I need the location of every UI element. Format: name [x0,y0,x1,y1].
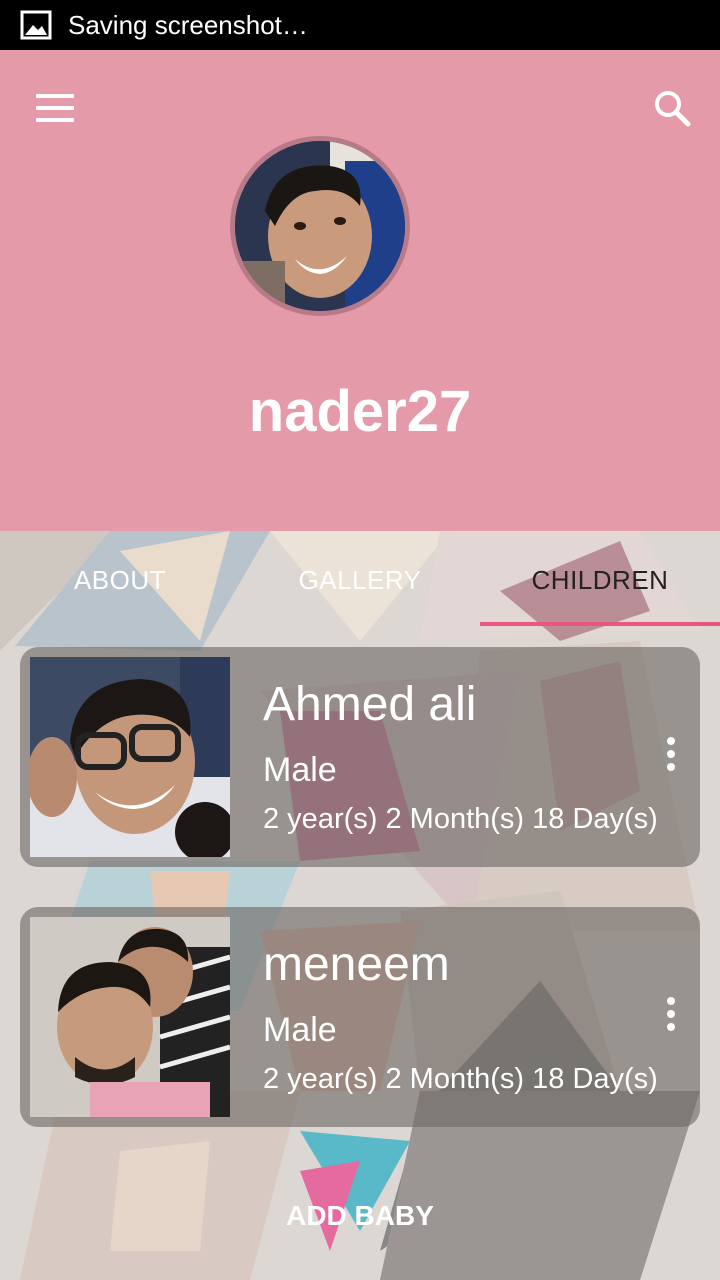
hamburger-menu-icon[interactable] [36,90,76,124]
child-age: 2 year(s) 2 Month(s) 18 Day(s) [263,1063,658,1095]
more-vert-icon[interactable] [656,997,686,1037]
child-gender: Male [263,751,337,789]
username: nader27 [248,379,472,444]
background-collage [0,531,720,1280]
status-text: Saving screenshot… [68,9,308,40]
tab-indicator [480,622,720,626]
child-age: 2 year(s) 2 Month(s) 18 Day(s) [263,803,658,835]
child-name: meneem [263,938,450,991]
child-photo [30,657,230,857]
avatar[interactable] [230,136,410,316]
profile-header: nader27 [0,50,720,531]
child-card[interactable]: Ahmed ali Male 2 year(s) 2 Month(s) 18 D… [20,647,700,867]
tab-gallery[interactable]: GALLERY [240,531,480,629]
tab-about[interactable]: ABOUT [0,531,240,629]
search-icon[interactable] [650,86,694,130]
add-baby-button[interactable]: ADD BABY [260,1190,460,1242]
child-card[interactable]: meneem Male 2 year(s) 2 Month(s) 18 Day(… [20,907,700,1127]
child-photo [30,917,230,1117]
profile-photo [235,141,405,311]
more-vert-icon[interactable] [656,737,686,777]
tab-bar: ABOUT GALLERY CHILDREN [0,531,720,629]
child-gender: Male [263,1011,337,1049]
image-icon [20,10,52,40]
child-name: Ahmed ali [263,678,477,731]
status-bar: Saving screenshot… [0,0,720,50]
tab-children[interactable]: CHILDREN [480,531,720,629]
